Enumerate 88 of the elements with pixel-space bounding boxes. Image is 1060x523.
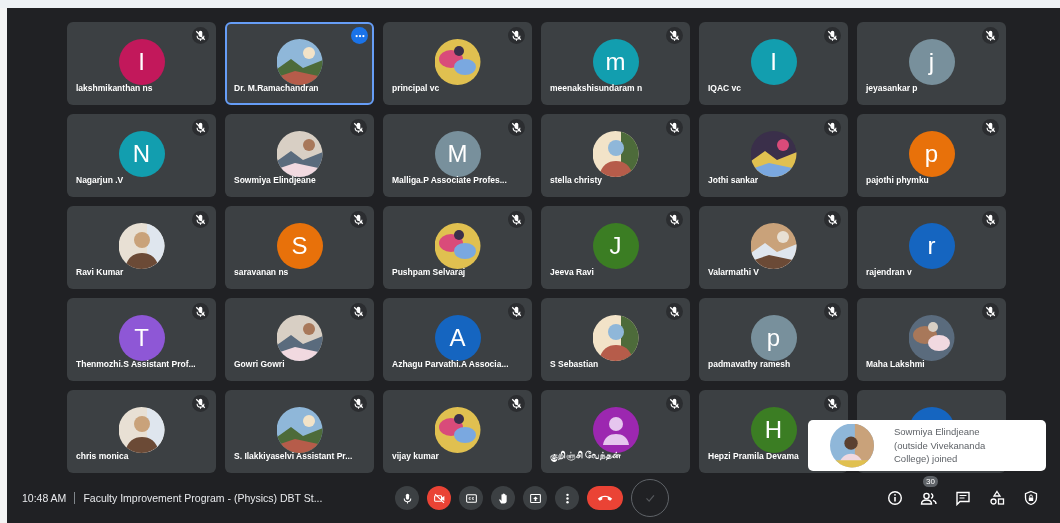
camera-button[interactable]: [427, 486, 451, 510]
participant-tile[interactable]: r rajendran v: [857, 206, 1006, 289]
meeting-time: 10:48 AM: [22, 492, 67, 504]
present-screen-icon: [528, 491, 542, 505]
participant-name: Valarmathi V: [708, 267, 760, 277]
participant-tile[interactable]: Dr. M.Ramachandran: [225, 22, 374, 105]
participant-name: Dr. M.Ramachandran: [234, 83, 319, 93]
participant-name: S Sebastian: [550, 359, 599, 369]
participant-name: Malliga.P Associate Profes...: [392, 175, 507, 185]
participant-tile[interactable]: S. Ilakkiyaselvi Assistant Pr...: [225, 390, 374, 473]
participant-name: Gowri Gowri: [234, 359, 285, 369]
avatar: p: [750, 315, 797, 361]
captions-button[interactable]: [459, 486, 483, 510]
participant-count-badge: 30: [923, 476, 938, 487]
participant-tile[interactable]: Gowri Gowri: [225, 298, 374, 381]
avatar: S: [276, 223, 323, 269]
participant-tile[interactable]: Maha Lakshmi: [857, 298, 1006, 381]
participant-name: rajendran v: [866, 267, 912, 277]
participant-tile[interactable]: I lakshmikanthan ns: [67, 22, 216, 105]
participant-tile[interactable]: M Malliga.P Associate Profes...: [383, 114, 532, 197]
participant-tile[interactable]: Valarmathi V: [699, 206, 848, 289]
avatar: j: [908, 39, 955, 85]
participant-name: Jeeva Ravi: [550, 267, 594, 277]
participant-name: குறிஞ்சி வேந்தன்: [550, 450, 622, 461]
captions-icon: [464, 491, 478, 505]
phone-icon: [597, 493, 613, 503]
participant-name: stella christy: [550, 175, 602, 185]
meeting-title: Faculty Improvement Program - (Physics) DBT St...: [83, 492, 323, 504]
participant-name: Sowmiya Elindjeane: [234, 175, 316, 185]
avatar: T: [118, 315, 165, 361]
avatar: M: [434, 131, 481, 177]
avatar: H: [750, 407, 797, 453]
camera-icon: [432, 491, 446, 505]
present-screen-button[interactable]: [523, 486, 547, 510]
end-call-button[interactable]: [587, 486, 623, 510]
avatar: p: [908, 131, 955, 177]
participant-name: Pushpam Selvaraj: [392, 267, 466, 277]
participant-name: IQAC vc: [708, 83, 742, 93]
raise-hand-button[interactable]: [491, 486, 515, 510]
participant-tile[interactable]: chris monica: [67, 390, 216, 473]
participant-name: padmavathy ramesh: [708, 359, 791, 369]
participant-name: Nagarjun .V: [76, 175, 124, 185]
participant-name: vijay kumar: [392, 451, 439, 461]
participant-tile[interactable]: p padmavathy ramesh: [699, 298, 848, 381]
participant-name: saravanan ns: [234, 267, 289, 277]
participant-tile[interactable]: Jothi sankar: [699, 114, 848, 197]
participant-name: Thenmozhi.S Assistant Prof...: [76, 359, 196, 369]
participant-tile[interactable]: Ravi Kumar: [67, 206, 216, 289]
avatar: I: [118, 39, 165, 85]
participant-tile[interactable]: S saravanan ns: [225, 206, 374, 289]
participant-tile[interactable]: T Thenmozhi.S Assistant Prof...: [67, 298, 216, 381]
participant-name: pajothi phymku: [866, 175, 929, 185]
avatar: r: [908, 223, 955, 269]
participant-name: Jothi sankar: [708, 175, 759, 185]
participant-tile[interactable]: குறிஞ்சி வேந்தன்: [541, 390, 690, 473]
avatar: I: [750, 39, 797, 85]
participant-name: meenakshisundaram n: [550, 83, 643, 93]
avatar: A: [434, 315, 481, 361]
notification-message: Sowmiya Elindjeane (outside Vivekananda College) joined: [894, 424, 987, 467]
participant-tile[interactable]: p pajothi phymku: [857, 114, 1006, 197]
microphone-button[interactable]: [395, 486, 419, 510]
hand-icon: [496, 491, 510, 505]
avatar: N: [118, 131, 165, 177]
participant-tile[interactable]: J Jeeva Ravi: [541, 206, 690, 289]
participant-name: chris monica: [76, 451, 129, 461]
participant-tile[interactable]: S Sebastian: [541, 298, 690, 381]
avatar: m: [592, 39, 639, 85]
participant-name: lakshmikanthan ns: [76, 83, 153, 93]
participant-tile[interactable]: m meenakshisundaram n: [541, 22, 690, 105]
more-options-button[interactable]: [351, 27, 368, 44]
participant-name: jeyasankar p: [866, 83, 918, 93]
participant-tile[interactable]: vijay kumar: [383, 390, 532, 473]
participant-name: Maha Lakshmi: [866, 359, 925, 369]
participant-name: Hepzi Pramila Devama: [708, 451, 799, 461]
participant-name: Azhagu Parvathi.A Associa...: [392, 359, 509, 369]
participant-tile[interactable]: Sowmiya Elindjeane: [225, 114, 374, 197]
participant-name: Ravi Kumar: [76, 267, 124, 277]
participant-name: S. Ilakkiyaselvi Assistant Pr...: [234, 451, 353, 461]
participant-name: principal vc: [392, 83, 440, 93]
participant-tile[interactable]: I IQAC vc: [699, 22, 848, 105]
more-options-button[interactable]: [555, 486, 579, 510]
participant-tile[interactable]: principal vc: [383, 22, 532, 105]
participant-tile[interactable]: N Nagarjun .V: [67, 114, 216, 197]
participant-tile[interactable]: A Azhagu Parvathi.A Associa...: [383, 298, 532, 381]
participant-tile[interactable]: Pushpam Selvaraj: [383, 206, 532, 289]
participant-tile[interactable]: j jeyasankar p: [857, 22, 1006, 105]
participant-tile[interactable]: stella christy: [541, 114, 690, 197]
avatar: J: [592, 223, 639, 269]
